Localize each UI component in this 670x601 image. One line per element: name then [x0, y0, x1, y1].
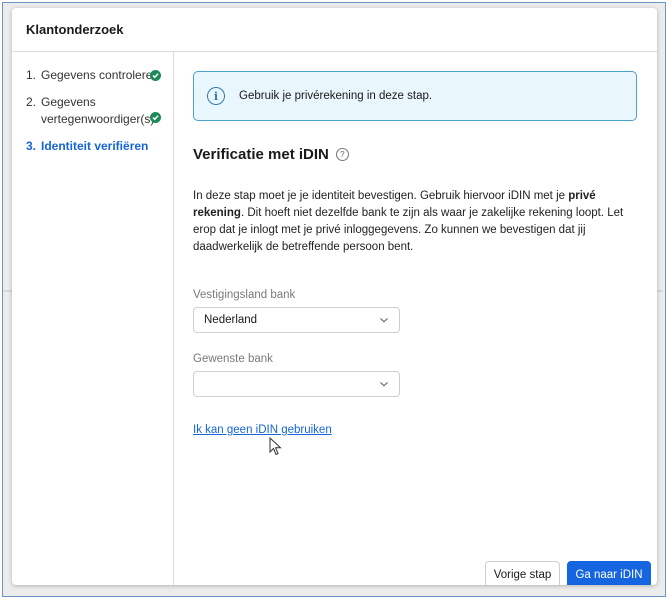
check-circle-icon — [150, 112, 161, 123]
card-title: Klantonderzoek — [12, 8, 657, 52]
country-select[interactable]: Nederland — [193, 307, 400, 333]
step-number: 1. — [26, 68, 37, 82]
step-number: 2. — [26, 95, 37, 109]
paragraph-text: . Dit hoeft niet dezelfde bank te zijn a… — [193, 207, 624, 253]
bank-field-label: Gewenste bank — [193, 353, 273, 365]
step-label: Gegevens controleren — [41, 68, 160, 82]
main-content: i Gebruik je privérekening in deze stap.… — [174, 52, 657, 585]
step-number: 3. — [26, 139, 37, 153]
info-banner-text: Gebruik je privérekening in deze stap. — [239, 90, 433, 102]
previous-step-button[interactable]: Vorige stap — [485, 561, 560, 585]
country-field-label: Vestigingsland bank — [193, 289, 296, 301]
step-item-1[interactable]: 1. Gegevens controleren — [26, 67, 159, 84]
step-item-2[interactable]: 2. Gegevens vertegenwoordiger(s) — [26, 94, 154, 128]
step-item-3[interactable]: 3. Identiteit verifiëren — [26, 138, 148, 155]
step-label: Identiteit verifiëren — [41, 139, 149, 153]
customer-research-card: Klantonderzoek 1. Gegevens controleren 2… — [12, 8, 657, 585]
check-circle-icon — [150, 70, 161, 81]
section-title: Verificatie met iDIN ? — [193, 146, 349, 163]
info-icon: i — [207, 87, 225, 105]
country-select-value: Nederland — [204, 314, 258, 326]
step-sidebar: 1. Gegevens controleren 2. Gegevens vert… — [12, 52, 174, 585]
mouse-cursor-icon — [269, 437, 282, 456]
no-idin-link[interactable]: Ik kan geen iDIN gebruiken — [193, 424, 332, 436]
section-title-text: Verificatie met iDIN — [193, 146, 329, 163]
go-to-idin-button[interactable]: Ga naar iDIN — [567, 561, 651, 585]
question-circle-icon[interactable]: ? — [335, 148, 349, 161]
bank-select[interactable] — [193, 371, 400, 397]
instruction-paragraph: In deze stap moet je je identiteit beves… — [193, 188, 638, 256]
chevron-down-icon — [380, 318, 388, 323]
chevron-down-icon — [380, 382, 388, 387]
paragraph-text: In deze stap moet je je identiteit beves… — [193, 190, 569, 202]
step-label: Gegevens vertegenwoordiger(s) — [41, 95, 155, 126]
info-banner: i Gebruik je privérekening in deze stap. — [193, 71, 637, 121]
